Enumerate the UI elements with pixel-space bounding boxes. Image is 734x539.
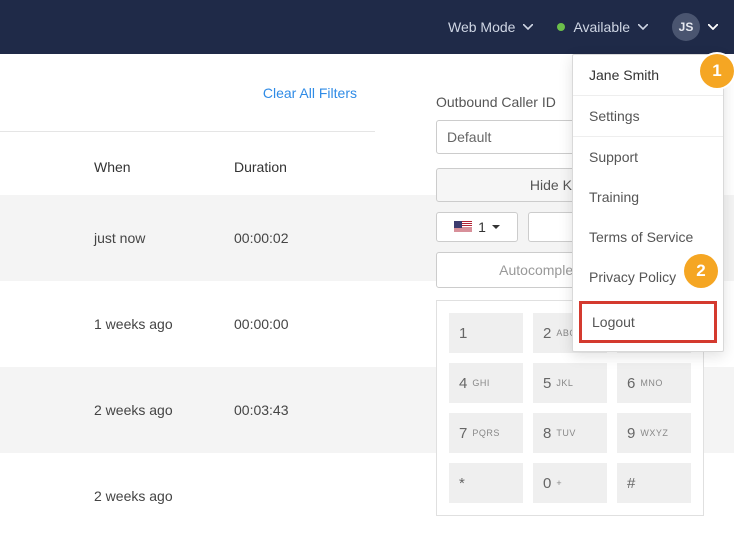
callout-badge-2: 2 [684,254,718,288]
keypad-key-6[interactable]: 6MNO [617,363,691,403]
col-header-when: When [0,159,234,175]
web-mode-label: Web Mode [448,19,515,35]
topbar: Web Mode Available JS [0,0,734,54]
caller-id-value: Default [447,129,491,145]
cell-when: 2 weeks ago [0,488,234,504]
keypad-key-5[interactable]: 5JKL [533,363,607,403]
cell-duration: 00:00:02 [234,230,374,246]
status-label: Available [573,19,630,35]
chevron-down-icon [523,24,533,30]
status-selector[interactable]: Available [557,19,648,35]
avatar: JS [672,13,700,41]
keypad-key-0[interactable]: 0+ [533,463,607,503]
cell-when: just now [0,230,234,246]
dropdown-support[interactable]: Support [573,137,723,177]
chevron-down-icon [708,24,718,30]
dropdown-tos[interactable]: Terms of Service [573,217,723,257]
caret-down-icon [492,225,500,230]
callout-badge-1: 1 [700,54,734,88]
cell-duration: 00:03:43 [234,402,374,418]
cell-duration: 00:00:00 [234,316,374,332]
dropdown-logout[interactable]: Logout [582,304,714,340]
col-header-duration: Duration [234,159,374,175]
clear-filters-link[interactable]: Clear All Filters [263,85,357,101]
keypad-key-star[interactable]: * [449,463,523,503]
dropdown-training[interactable]: Training [573,177,723,217]
logout-highlight: Logout [579,301,717,343]
dropdown-settings[interactable]: Settings [573,96,723,136]
us-flag-icon [454,221,472,233]
country-code-select[interactable]: 1 [436,212,518,242]
keypad-key-4[interactable]: 4GHI [449,363,523,403]
keypad-key-hash[interactable]: # [617,463,691,503]
keypad-key-7[interactable]: 7PQRS [449,413,523,453]
keypad-key-9[interactable]: 9WXYZ [617,413,691,453]
user-menu-trigger[interactable]: JS [672,13,718,41]
filters-bar: Clear All Filters [0,54,375,132]
keypad-key-8[interactable]: 8TUV [533,413,607,453]
user-dropdown: Jane Smith Settings Support Training Ter… [572,54,724,352]
avatar-initials: JS [679,20,694,34]
country-code: 1 [478,219,486,235]
cell-when: 2 weeks ago [0,402,234,418]
cell-when: 1 weeks ago [0,316,234,332]
web-mode-selector[interactable]: Web Mode [448,19,533,35]
keypad-key-1[interactable]: 1 [449,313,523,353]
chevron-down-icon [638,24,648,30]
status-dot-icon [557,23,565,31]
